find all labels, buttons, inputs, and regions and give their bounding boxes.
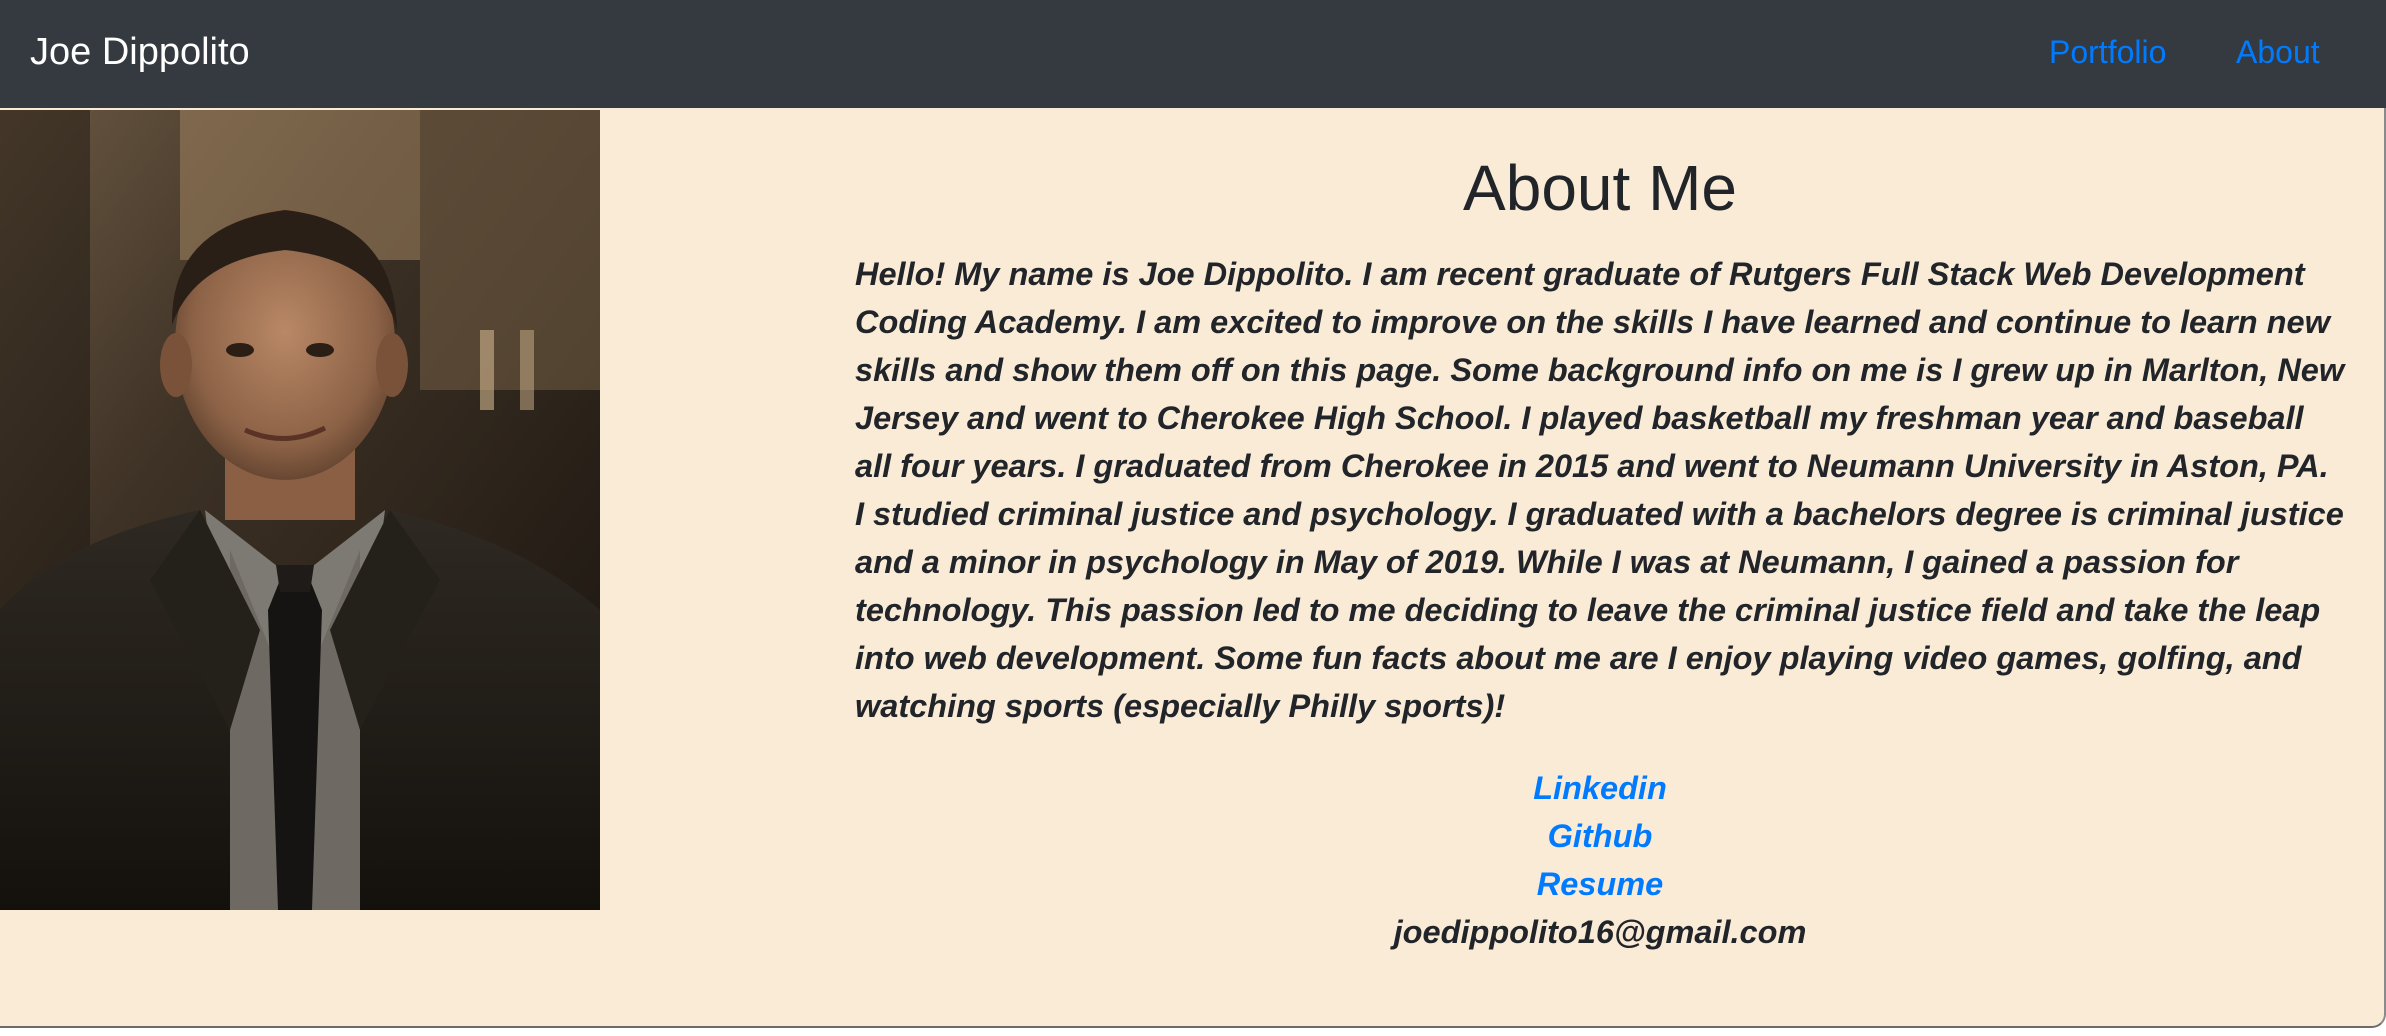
resume-link[interactable]: Resume — [855, 860, 2345, 908]
profile-photo — [0, 110, 600, 910]
about-column: About Me Hello! My name is Joe Dippolito… — [855, 108, 2345, 1008]
nav-link-portfolio[interactable]: Portfolio — [2049, 28, 2166, 76]
email-text: joedippolito16@gmail.com — [1393, 914, 1807, 950]
nav-link-about[interactable]: About — [2236, 28, 2320, 76]
about-section: About Me Hello! My name is Joe Dippolito… — [0, 108, 2386, 1028]
about-title: About Me — [1463, 152, 1737, 224]
github-link[interactable]: Github — [855, 812, 2345, 860]
linkedin-link[interactable]: Linkedin — [855, 764, 2345, 812]
profile-photo-image — [0, 110, 600, 910]
navbar: Joe Dippolito Portfolio About — [0, 0, 2386, 108]
brand-link[interactable]: Joe Dippolito — [30, 26, 250, 78]
page-bottom — [0, 1028, 2386, 1036]
about-bio: Hello! My name is Joe Dippolito. I am re… — [855, 256, 2345, 724]
contact-links: Linkedin Github Resume joedippolito16@gm… — [855, 764, 2345, 956]
